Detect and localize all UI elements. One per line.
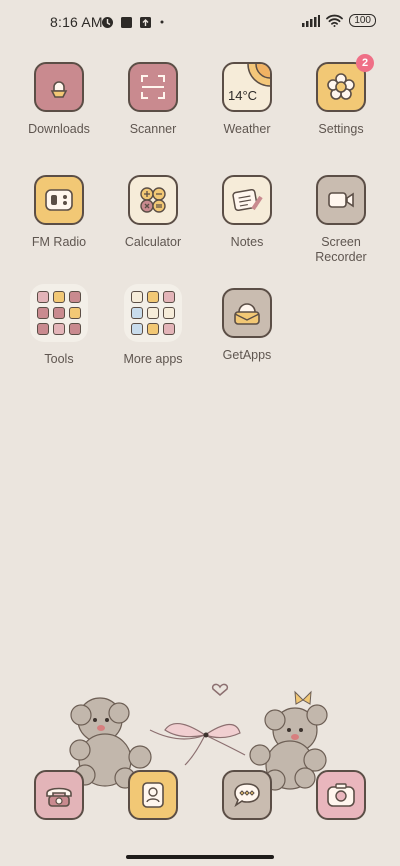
battery-icon: 100: [349, 14, 376, 27]
dot-icon: [160, 20, 164, 24]
mini-app-icon: [37, 307, 49, 319]
signal-icon: [302, 14, 321, 27]
folder-icon: [30, 284, 88, 342]
mini-app-icon: [131, 307, 143, 319]
heart-icon: [211, 683, 229, 696]
mini-app-icon: [53, 307, 65, 319]
contacts-icon: [128, 770, 178, 820]
gear-icon: 2: [316, 54, 374, 112]
app-label: GetApps: [222, 348, 272, 362]
bow-ribbon-icon: [149, 723, 246, 766]
mini-app-icon: [147, 291, 159, 303]
app-label: Calculator: [124, 235, 182, 249]
mini-app-icon: [37, 291, 49, 303]
app-tools[interactable]: Tools: [13, 284, 105, 367]
square-icon: [121, 16, 132, 28]
shop-icon: [222, 288, 272, 338]
app-scanner[interactable]: Scanner: [107, 62, 199, 137]
status-left-icons: [101, 14, 166, 30]
weather-icon: 14°C: [222, 62, 272, 112]
dock-app-phone[interactable]: [13, 770, 105, 820]
status-bar: 8:16 AM 100: [0, 0, 400, 44]
app-notes[interactable]: Notes: [201, 175, 293, 250]
app-label: Weather: [223, 122, 271, 136]
mini-app-icon: [69, 323, 81, 335]
app-screen-recorder[interactable]: Screen Recorder: [295, 175, 387, 265]
app-label: FM Radio: [31, 235, 87, 249]
app-label: Settings: [318, 122, 364, 136]
phone-icon: [34, 770, 84, 820]
wifi-icon: [326, 14, 344, 27]
app-calculator[interactable]: Calculator: [107, 175, 199, 250]
app-getapps[interactable]: GetApps: [201, 288, 293, 363]
app-weather[interactable]: 14°C Weather: [201, 62, 293, 137]
calculator-icon: [128, 175, 178, 225]
message-icon: [222, 770, 272, 820]
mini-app-icon: [53, 323, 65, 335]
mini-app-icon: [147, 307, 159, 319]
app-more-apps[interactable]: More apps: [107, 284, 199, 367]
mini-app-icon: [69, 291, 81, 303]
weather-temp: 14°C: [228, 88, 258, 103]
mini-app-icon: [163, 307, 175, 319]
app-label: Scanner: [129, 122, 177, 136]
notes-icon: [222, 175, 272, 225]
mini-app-icon: [37, 323, 49, 335]
app-label: Notes: [230, 235, 264, 249]
app-label: Tools: [44, 352, 74, 366]
download-icon: [34, 62, 84, 112]
app-label: Screen Recorder: [315, 235, 367, 264]
status-time: 8:16 AM: [50, 14, 103, 30]
arrow-up-box-icon: [140, 16, 151, 28]
dock-app-messages[interactable]: [201, 770, 293, 820]
home-indicator[interactable]: [126, 855, 274, 859]
mini-app-icon: [147, 323, 159, 335]
dock-app-contacts[interactable]: [107, 770, 199, 820]
notification-icon: [102, 16, 113, 28]
mini-app-icon: [163, 323, 175, 335]
mini-app-icon: [53, 291, 65, 303]
mini-app-icon: [163, 291, 175, 303]
app-settings[interactable]: 2 Settings: [295, 54, 387, 137]
camera-icon: [316, 770, 366, 820]
video-camera-icon: [316, 175, 366, 225]
app-downloads[interactable]: Downloads: [13, 62, 105, 137]
mini-app-icon: [131, 323, 143, 335]
dock-app-camera[interactable]: [295, 770, 387, 820]
notification-badge: 2: [356, 54, 374, 72]
app-label: More apps: [123, 352, 183, 366]
mini-app-icon: [69, 307, 81, 319]
app-fm-radio[interactable]: FM Radio: [13, 175, 105, 250]
mini-app-icon: [131, 291, 143, 303]
scanner-icon: [128, 62, 178, 112]
radio-icon: [34, 175, 84, 225]
app-label: Downloads: [28, 122, 90, 136]
folder-icon: [124, 284, 182, 342]
status-right-icons: 100: [302, 14, 376, 27]
